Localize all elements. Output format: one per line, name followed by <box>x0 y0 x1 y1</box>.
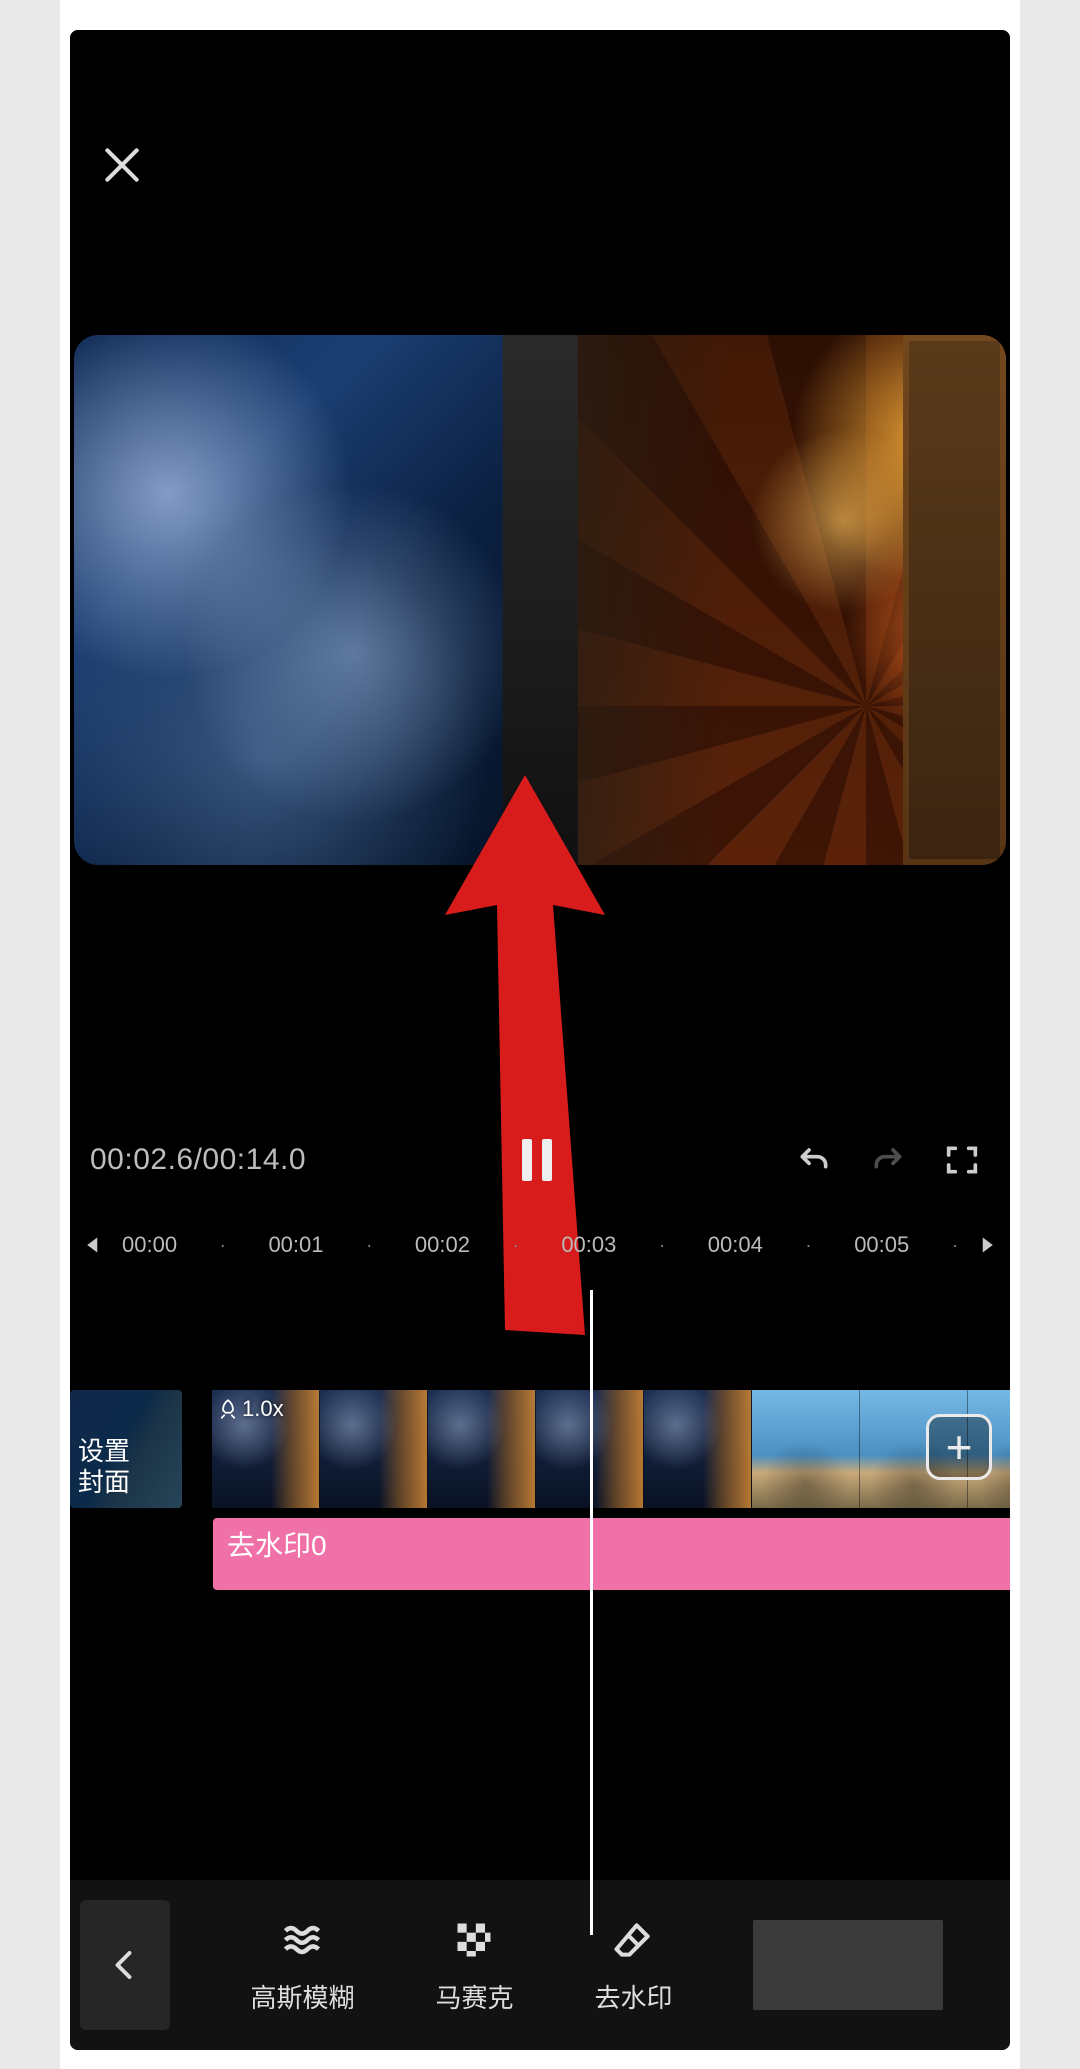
redo-button <box>860 1132 916 1188</box>
status-bar <box>70 30 1010 105</box>
set-cover-label-line2: 封面 <box>78 1467 174 1498</box>
preview-left-scene <box>74 335 540 865</box>
ruler-dot: · <box>952 1235 958 1256</box>
rocket-icon <box>218 1399 238 1419</box>
clip-row: 设置 封面 1.0x <box>70 1390 1010 1508</box>
clip-thumb[interactable] <box>428 1390 536 1508</box>
bottom-toolbar: 高斯模糊 马赛克 去水印 <box>70 1880 1010 2050</box>
plus-icon: + <box>946 1420 973 1474</box>
fullscreen-icon <box>942 1140 982 1180</box>
skip-end-icon <box>979 1235 999 1255</box>
waves-icon <box>278 1916 326 1964</box>
close-icon[interactable] <box>98 141 146 189</box>
ruler-dot: · <box>513 1235 519 1256</box>
tool-label: 高斯模糊 <box>250 1978 354 2015</box>
effect-label: 去水印0 <box>227 1524 327 1564</box>
clip-thumbnails[interactable]: 1.0x <box>212 1390 1010 1508</box>
undo-button[interactable] <box>786 1132 842 1188</box>
video-preview[interactable] <box>74 335 1006 865</box>
ruler-dot: · <box>806 1235 812 1256</box>
mosaic-icon <box>450 1916 498 1964</box>
add-clip-button[interactable]: + <box>926 1414 992 1480</box>
toolbar-censored-area <box>753 1920 943 2010</box>
tool-gaussian-blur[interactable]: 高斯模糊 <box>250 1916 354 2015</box>
clip-thumb[interactable] <box>320 1390 428 1508</box>
jump-to-start-button[interactable] <box>78 1232 104 1258</box>
ruler-dot: · <box>220 1235 226 1256</box>
ruler-dot: · <box>366 1235 372 1256</box>
preview-road <box>503 335 578 865</box>
video-editor-screen: 00:02.6/00:14.0 00:00 · 00:01 <box>70 30 1010 2050</box>
fullscreen-button[interactable] <box>934 1132 990 1188</box>
clip-thumb[interactable] <box>752 1390 860 1508</box>
tool-label: 去水印 <box>594 1978 672 2015</box>
timeline-ruler[interactable]: 00:00 · 00:01 · 00:02 · 00:03 · 00:04 · … <box>70 1220 1010 1270</box>
skip-start-icon <box>81 1235 101 1255</box>
ruler-tick: 00:04 <box>708 1232 763 1258</box>
timeline[interactable]: 设置 封面 1.0x <box>70 1390 1010 1950</box>
ruler-tick: 00:05 <box>854 1232 909 1258</box>
ruler-tick: 00:03 <box>561 1232 616 1258</box>
chevron-left-icon <box>107 1947 143 1983</box>
ruler-dot: · <box>659 1235 665 1256</box>
tool-label: 马赛克 <box>435 1978 513 2015</box>
preview-right-scene <box>540 335 1006 865</box>
eraser-icon <box>609 1916 657 1964</box>
pause-icon <box>522 1139 552 1181</box>
ruler-tick: 00:00 <box>122 1232 177 1258</box>
speed-value: 1.0x <box>242 1396 284 1422</box>
set-cover-label-line1: 设置 <box>78 1436 174 1467</box>
pause-button[interactable] <box>512 1135 562 1185</box>
ruler-tick: 00:01 <box>268 1232 323 1258</box>
ruler-track: 00:00 · 00:01 · 00:02 · 00:03 · 00:04 · … <box>104 1232 976 1258</box>
set-cover-button[interactable]: 设置 封面 <box>70 1390 182 1508</box>
effect-track-remove-watermark[interactable]: 去水印0 <box>213 1518 1010 1590</box>
undo-icon <box>794 1140 834 1180</box>
playback-controls: 00:02.6/00:14.0 <box>70 1120 1010 1200</box>
clip-thumb[interactable]: 1.0x <box>212 1390 320 1508</box>
speed-badge: 1.0x <box>218 1396 284 1422</box>
top-bar <box>70 105 1010 225</box>
tool-remove-watermark[interactable]: 去水印 <box>594 1916 672 2015</box>
playhead[interactable] <box>590 1290 593 1935</box>
toolbar-back-button[interactable] <box>80 1900 170 2030</box>
redo-icon <box>868 1140 908 1180</box>
ruler-tick: 00:02 <box>415 1232 470 1258</box>
clip-thumb[interactable] <box>644 1390 752 1508</box>
timecode: 00:02.6/00:14.0 <box>90 1143 306 1177</box>
tool-mosaic[interactable]: 马赛克 <box>435 1916 513 2015</box>
jump-to-end-button[interactable] <box>976 1232 1002 1258</box>
